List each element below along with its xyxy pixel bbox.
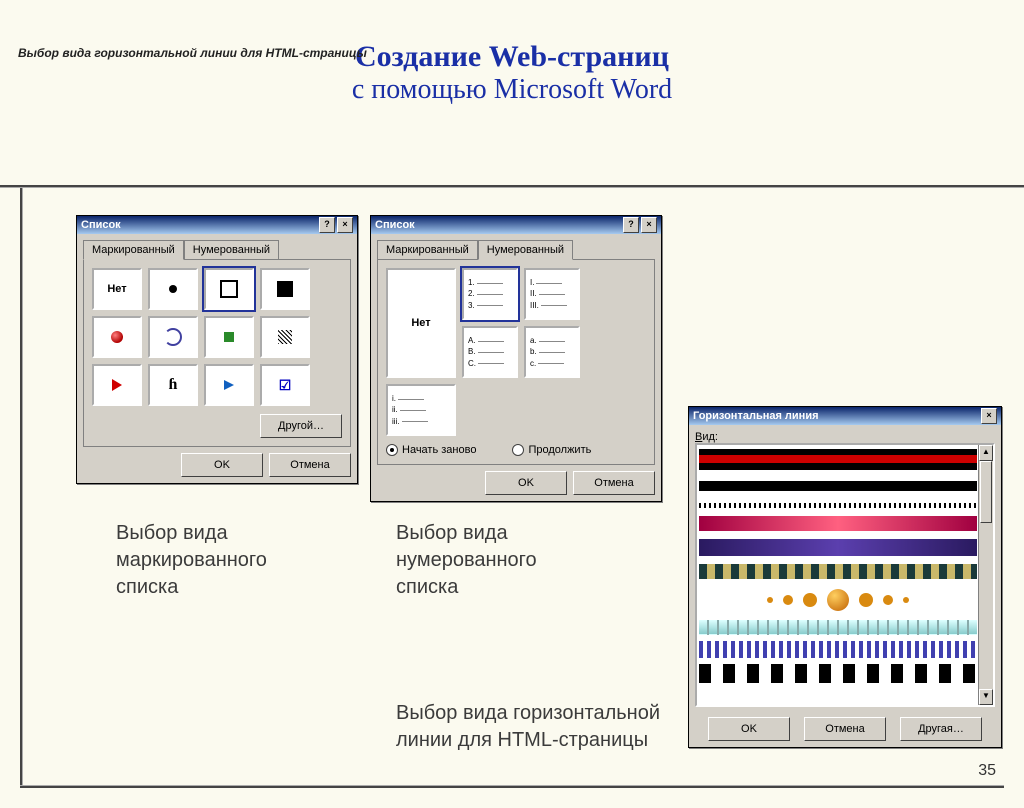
dialog-bulleted-list: Список ? × Маркированный Нумерованный Не… [76, 215, 358, 484]
caption-bulleted: Выбор вида маркированного списка [116, 520, 267, 601]
titlebar: Список ? × [77, 216, 357, 234]
caption-numbered: Выбор вида нумерованного списка [396, 520, 537, 601]
dialog-horizontal-line: Горизонтальная линия × Вид: [688, 406, 1002, 748]
bullet-dot[interactable] [148, 268, 198, 310]
bullet-square-solid[interactable] [260, 268, 310, 310]
titlebar: Горизонтальная линия × [689, 407, 1001, 425]
tab-bulleted[interactable]: Маркированный [83, 240, 184, 260]
bullet-red-arrow[interactable] [92, 364, 142, 406]
help-icon[interactable]: ? [319, 217, 335, 233]
help-icon[interactable]: ? [623, 217, 639, 233]
number-I-II-III[interactable]: I.II.III. [524, 268, 580, 320]
other-button[interactable]: Другой… [260, 414, 342, 438]
radio-continue[interactable]: Продолжить [512, 444, 591, 456]
bullet-spiral[interactable] [148, 316, 198, 358]
top-note: Выбор вида горизонтальной линии для HTML… [18, 46, 367, 60]
scroll-up-icon[interactable]: ▲ [979, 445, 993, 461]
close-icon[interactable]: × [337, 217, 353, 233]
number-none[interactable]: Нет [386, 268, 456, 378]
line-style[interactable] [699, 641, 977, 658]
tabs: Маркированный Нумерованный [377, 240, 655, 260]
scroll-down-icon[interactable]: ▼ [979, 689, 993, 705]
bullet-blue-arrow[interactable] [204, 364, 254, 406]
line-style[interactable] [699, 587, 977, 614]
number-123[interactable]: 1.2.3. [462, 268, 518, 320]
number-grid: Нет 1.2.3. I.II.III. A.B.C. a.b.c. i.ii.… [386, 268, 646, 436]
line-style[interactable] [699, 620, 977, 635]
ok-button[interactable]: OK [485, 471, 567, 495]
bullet-square-outline[interactable] [204, 268, 254, 310]
line-style[interactable] [699, 476, 977, 497]
ok-button[interactable]: OK [181, 453, 263, 477]
tab-numbered[interactable]: Нумерованный [184, 240, 279, 260]
cancel-button[interactable]: Отмена [573, 471, 655, 495]
bullet-red-sphere[interactable] [92, 316, 142, 358]
close-icon[interactable]: × [981, 408, 997, 424]
bullet-grid: Нет ɦ ☑ [92, 268, 342, 406]
ok-button[interactable]: OK [708, 717, 790, 741]
close-icon[interactable]: × [641, 217, 657, 233]
bullet-none[interactable]: Нет [92, 268, 142, 310]
line-style[interactable] [699, 664, 977, 683]
bullet-green-square[interactable] [204, 316, 254, 358]
titlebar: Список ? × [371, 216, 661, 234]
bottom-rule [20, 785, 1004, 788]
line-style[interactable] [699, 516, 977, 531]
slide-number: 35 [978, 762, 996, 780]
scroll-thumb[interactable] [980, 461, 992, 523]
cancel-button[interactable]: Отмена [269, 453, 351, 477]
dialog-numbered-list: Список ? × Маркированный Нумерованный Не… [370, 215, 662, 502]
line-style[interactable] [699, 539, 977, 556]
bullet-checkbox[interactable]: ☑ [260, 364, 310, 406]
tab-numbered[interactable]: Нумерованный [478, 240, 573, 260]
line-style[interactable] [699, 564, 977, 579]
radio-restart[interactable]: Начать заново [386, 444, 476, 456]
titlebar-text: Список [81, 216, 121, 234]
number-abc[interactable]: a.b.c. [524, 326, 580, 378]
left-rule [20, 188, 24, 786]
scrollbar[interactable]: ▲ ▼ [978, 445, 993, 705]
tabs: Маркированный Нумерованный [83, 240, 351, 260]
bullet-hatch[interactable] [260, 316, 310, 358]
number-ABC[interactable]: A.B.C. [462, 326, 518, 378]
line-style[interactable] [699, 449, 977, 470]
cancel-button[interactable]: Отмена [804, 717, 886, 741]
other-button[interactable]: Другая… [900, 717, 982, 741]
heading-line2: с помощью Microsoft Word [0, 74, 1024, 106]
line-style[interactable] [699, 503, 977, 508]
line-style-list[interactable]: ▲ ▼ [695, 443, 995, 707]
top-rule [0, 185, 1024, 188]
tab-bulleted[interactable]: Маркированный [377, 240, 478, 260]
number-i-ii-iii[interactable]: i.ii.iii. [386, 384, 456, 436]
titlebar-text: Горизонтальная линия [693, 407, 819, 425]
caption-hline: Выбор вида горизонтальной линии для HTML… [396, 700, 660, 754]
view-label: Вид: [695, 431, 995, 443]
titlebar-text: Список [375, 216, 415, 234]
bullet-squiggle[interactable]: ɦ [148, 364, 198, 406]
